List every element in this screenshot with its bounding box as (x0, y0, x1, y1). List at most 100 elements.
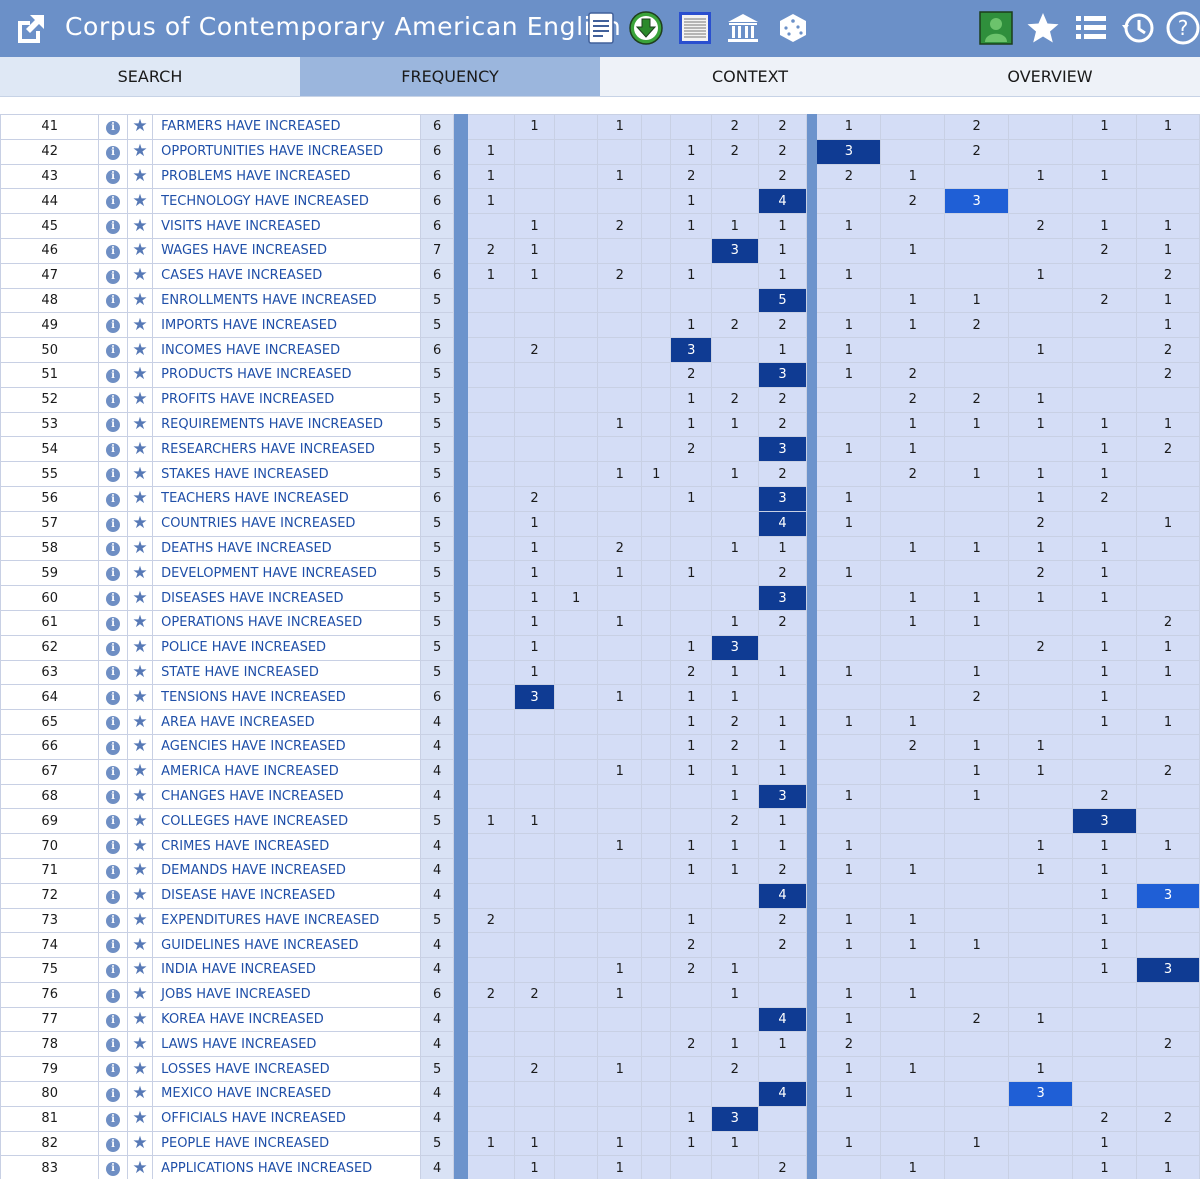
frequency-cell[interactable]: 2 (880, 733, 946, 760)
frequency-cell[interactable]: 2 (514, 485, 555, 512)
library-icon[interactable] (726, 11, 760, 45)
phrase-link[interactable]: FARMERS HAVE INCREASED (152, 114, 421, 140)
frequency-cell[interactable]: 1 (1072, 585, 1137, 611)
phrase-link[interactable]: OFFICIALS HAVE INCREASED (152, 1105, 421, 1132)
info-icon-cell[interactable]: i (98, 1155, 128, 1179)
frequency-cell[interactable]: 2 (670, 1031, 712, 1058)
frequency-cell[interactable] (597, 188, 643, 215)
frequency-cell[interactable]: 1 (1008, 337, 1074, 363)
frequency-cell[interactable] (553, 659, 599, 686)
frequency-cell[interactable]: 1 (757, 709, 808, 735)
frequency-cell[interactable] (816, 808, 882, 835)
frequency-cell[interactable] (641, 932, 672, 959)
help-icon[interactable]: ? (1166, 11, 1200, 45)
frequency-cell[interactable]: 1 (816, 312, 882, 339)
frequency-cell[interactable]: 2 (1008, 510, 1074, 537)
info-icon[interactable]: i (106, 1063, 121, 1078)
frequency-cell[interactable] (597, 1031, 643, 1058)
frequency-cell[interactable] (1008, 808, 1074, 835)
frequency-cell[interactable] (466, 287, 516, 314)
frequency-cell[interactable] (553, 386, 599, 413)
frequency-cell[interactable]: 3 (1135, 957, 1200, 983)
frequency-cell[interactable] (466, 684, 516, 711)
info-icon[interactable]: i (106, 889, 121, 904)
frequency-cell[interactable]: 1 (670, 833, 712, 859)
frequency-cell[interactable]: 2 (514, 1056, 555, 1083)
frequency-cell[interactable] (597, 287, 643, 314)
frequency-cell[interactable] (1135, 907, 1200, 934)
info-icon[interactable]: i (106, 393, 121, 408)
frequency-cell[interactable] (1072, 312, 1137, 339)
frequency-cell[interactable] (597, 485, 643, 512)
frequency-cell[interactable]: 2 (1072, 237, 1137, 264)
frequency-cell[interactable] (710, 1155, 759, 1179)
info-icon-cell[interactable]: i (98, 560, 128, 587)
frequency-cell[interactable]: 1 (944, 287, 1010, 314)
frequency-cell[interactable]: 2 (757, 163, 808, 190)
frequency-cell[interactable] (641, 114, 672, 140)
star-icon-cell[interactable]: ★ (126, 585, 154, 611)
frequency-cell[interactable] (553, 857, 599, 884)
star-icon-cell[interactable]: ★ (126, 1006, 154, 1033)
frequency-cell[interactable]: 1 (757, 213, 808, 239)
frequency-cell[interactable]: 1 (880, 436, 946, 463)
frequency-cell[interactable]: 1 (880, 535, 946, 562)
frequency-cell[interactable] (1072, 1081, 1137, 1107)
frequency-cell[interactable] (1008, 138, 1074, 165)
frequency-cell[interactable]: 1 (944, 585, 1010, 611)
info-icon-cell[interactable]: i (98, 758, 128, 785)
frequency-cell[interactable] (514, 411, 555, 438)
star-icon[interactable]: ★ (132, 1083, 147, 1103)
frequency-cell[interactable] (641, 188, 672, 215)
frequency-cell[interactable]: 1 (710, 783, 759, 810)
info-icon-cell[interactable]: i (98, 783, 128, 810)
frequency-cell[interactable] (641, 609, 672, 636)
frequency-cell[interactable] (597, 659, 643, 686)
frequency-cell[interactable]: 1 (597, 1155, 643, 1179)
frequency-cell[interactable]: 1 (1135, 833, 1200, 859)
frequency-cell[interactable]: 1 (514, 535, 555, 562)
frequency-cell[interactable]: 1 (1072, 882, 1137, 909)
star-icon[interactable]: ★ (132, 588, 147, 608)
frequency-cell[interactable] (1072, 361, 1137, 388)
phrase-link[interactable]: PRODUCTS HAVE INCREASED (152, 361, 421, 388)
star-icon[interactable]: ★ (132, 959, 147, 979)
frequency-cell[interactable] (670, 1081, 712, 1107)
tab-overview[interactable]: OVERVIEW (900, 57, 1200, 96)
star-icon[interactable]: ★ (132, 612, 147, 632)
info-icon[interactable]: i (106, 170, 121, 185)
star-icon[interactable]: ★ (132, 563, 147, 583)
frequency-cell[interactable] (1072, 386, 1137, 413)
frequency-cell[interactable] (1008, 1130, 1074, 1157)
frequency-cell[interactable] (641, 758, 672, 785)
star-icon[interactable]: ★ (132, 216, 147, 236)
frequency-cell[interactable]: 1 (597, 1056, 643, 1083)
frequency-cell[interactable] (670, 114, 712, 140)
info-icon-cell[interactable]: i (98, 138, 128, 165)
frequency-cell[interactable] (597, 312, 643, 339)
frequency-cell[interactable]: 2 (1135, 361, 1200, 388)
frequency-cell[interactable] (710, 436, 759, 463)
frequency-cell[interactable]: 1 (1072, 163, 1137, 190)
info-icon-cell[interactable]: i (98, 436, 128, 463)
frequency-cell[interactable]: 3 (710, 634, 759, 661)
phrase-link[interactable]: DISEASES HAVE INCREASED (152, 585, 421, 611)
frequency-cell[interactable]: 2 (757, 907, 808, 934)
frequency-cell[interactable] (641, 411, 672, 438)
info-icon-cell[interactable]: i (98, 585, 128, 611)
info-icon[interactable]: i (106, 963, 121, 978)
info-icon-cell[interactable]: i (98, 1006, 128, 1033)
star-icon[interactable]: ★ (132, 340, 147, 360)
frequency-cell[interactable] (641, 262, 672, 289)
frequency-cell[interactable]: 3 (670, 337, 712, 363)
star-icon[interactable]: ★ (132, 860, 147, 880)
frequency-cell[interactable] (880, 138, 946, 165)
phrase-link[interactable]: TENSIONS HAVE INCREASED (152, 684, 421, 711)
info-icon[interactable]: i (106, 716, 121, 731)
frequency-cell[interactable] (1135, 733, 1200, 760)
frequency-cell[interactable] (710, 560, 759, 587)
frequency-cell[interactable] (757, 1130, 808, 1157)
frequency-cell[interactable]: 1 (597, 163, 643, 190)
frequency-cell[interactable]: 2 (1008, 634, 1074, 661)
frequency-cell[interactable]: 1 (553, 585, 599, 611)
